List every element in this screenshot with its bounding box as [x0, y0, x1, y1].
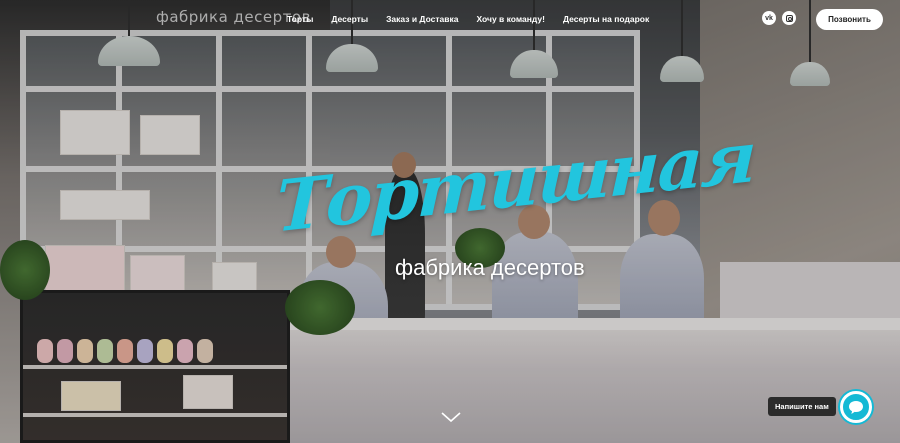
nav-link-join-team[interactable]: Хочу в команду! — [476, 14, 544, 24]
chat-button[interactable] — [840, 391, 872, 423]
instagram-icon[interactable] — [782, 11, 796, 25]
nav-menu: Торты Десерты Заказ и Доставка Хочу в ко… — [287, 14, 667, 24]
vk-icon[interactable]: vk — [762, 11, 776, 25]
nav-link-gift-desserts[interactable]: Десерты на подарок — [563, 14, 649, 24]
hero-tagline: фабрика десертов — [395, 255, 585, 280]
top-navigation: фабрика десертов Торты Десерты Заказ и Д… — [0, 0, 900, 40]
chat-bubble-icon — [849, 400, 863, 414]
call-button[interactable]: Позвонить — [816, 9, 883, 30]
vk-label: vk — [765, 14, 773, 22]
nav-link-cakes[interactable]: Торты — [287, 14, 313, 24]
nav-link-order-delivery[interactable]: Заказ и Доставка — [386, 14, 458, 24]
hero-section: фабрика десертов Торты Десерты Заказ и Д… — [0, 0, 900, 443]
nav-link-desserts[interactable]: Десерты — [331, 14, 368, 24]
chat-label[interactable]: Напишите нам — [768, 397, 836, 416]
chevron-down-icon[interactable] — [440, 410, 462, 424]
